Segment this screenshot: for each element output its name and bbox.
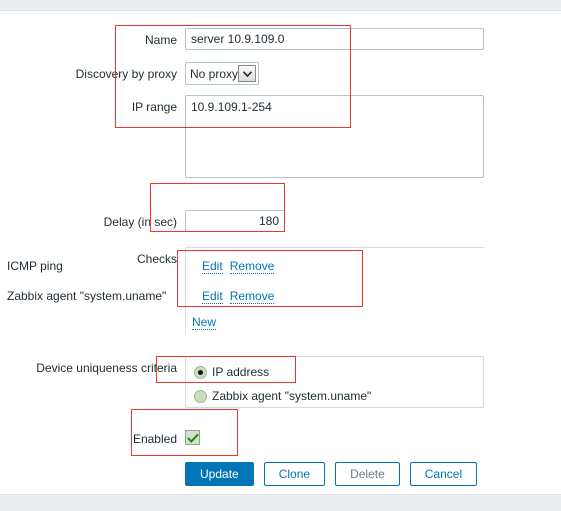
check-edit-link[interactable]: Edit — [202, 259, 223, 274]
label-device-uniqueness-criteria: Device uniqueness criteria — [36, 361, 177, 375]
window-bottom-chrome-bar — [0, 494, 561, 511]
check-remove-link[interactable]: Remove — [229, 259, 275, 274]
discovery-by-proxy-select[interactable]: No proxy — [185, 62, 259, 85]
label-discovery-by-proxy: Discovery by proxy — [75, 67, 177, 81]
check-actions: Edit Remove — [202, 259, 281, 274]
check-mark-icon — [186, 433, 199, 443]
label-ip-range: IP range — [131, 100, 177, 114]
cancel-button[interactable]: Cancel — [409, 462, 478, 486]
label-name: Name — [144, 33, 177, 47]
discovery-rule-form-page: Name Discovery by proxy No proxy IP rang… — [0, 0, 561, 511]
delay-input[interactable] — [185, 210, 285, 232]
new-check-link[interactable]: New — [192, 315, 217, 330]
uniqueness-option-zabbix-agent[interactable]: Zabbix agent "system.uname" — [194, 384, 371, 408]
discovery-by-proxy-selected-value: No proxy — [190, 66, 239, 81]
form-action-buttons: Update Clone Delete Cancel — [185, 462, 478, 486]
check-name: Zabbix agent "system.uname" — [7, 289, 167, 303]
uniqueness-option-label: IP address — [212, 365, 270, 379]
uniqueness-option-ip-address[interactable]: IP address — [194, 360, 269, 384]
window-top-chrome-bar — [0, 0, 561, 11]
delete-button[interactable]: Delete — [335, 462, 400, 486]
check-actions: Edit Remove — [202, 289, 281, 304]
radio-selected-icon[interactable] — [194, 365, 207, 379]
chevron-down-icon[interactable] — [238, 65, 256, 82]
checks-panel-top-divider — [185, 247, 484, 248]
check-edit-link[interactable]: Edit — [202, 289, 223, 304]
uniqueness-option-label: Zabbix agent "system.uname" — [212, 389, 372, 403]
check-list-item: Zabbix agent "system.uname" Edit Remove — [0, 282, 299, 310]
device-uniqueness-panel: IP address Zabbix agent "system.uname" — [185, 356, 484, 408]
new-check-link-wrap: New — [192, 315, 217, 330]
clone-button[interactable]: Clone — [263, 462, 326, 486]
check-list-item: ICMP ping Edit Remove — [0, 252, 299, 280]
radio-unselected-icon[interactable] — [194, 389, 207, 403]
check-remove-link[interactable]: Remove — [229, 289, 275, 304]
name-input[interactable] — [185, 28, 484, 50]
enabled-checkbox[interactable] — [185, 430, 200, 445]
update-button[interactable]: Update — [185, 462, 254, 486]
label-enabled: Enabled — [132, 432, 177, 446]
label-delay: Delay (in sec) — [103, 215, 177, 229]
check-name: ICMP ping — [7, 259, 63, 273]
ip-range-textarea[interactable] — [185, 95, 484, 178]
